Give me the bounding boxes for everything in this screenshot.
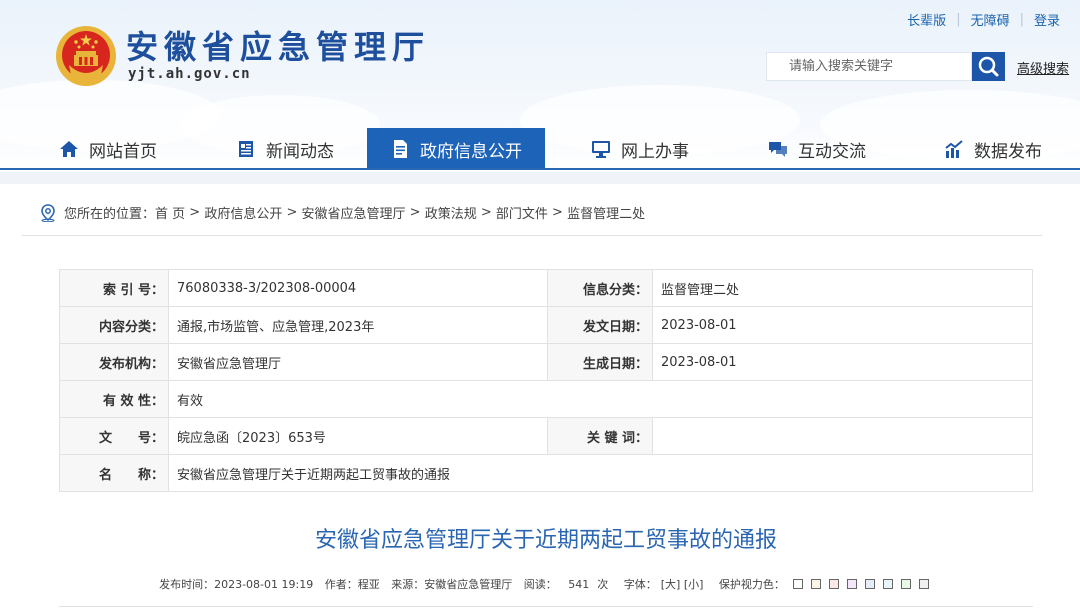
nav-item-online-services[interactable]: 网上办事	[560, 128, 720, 170]
header-divider	[0, 172, 1080, 184]
site-domain: yjt.ah.gov.cn	[128, 66, 251, 82]
breadcrumb-item-current[interactable]: 监督管理二处	[567, 203, 645, 222]
publish-time: 发布时间：2023-08-01 19:19	[159, 578, 314, 591]
breadcrumb-item-home[interactable]: 首 页	[155, 203, 185, 222]
table-row: 内容分类： 通报,市场监管、应急管理,2023年 发文日期： 2023-08-0…	[59, 306, 1033, 344]
table-row: 有 效 性： 有效	[59, 380, 1033, 418]
eye-color-swatch[interactable]	[900, 579, 911, 589]
top-links: 长辈版 | 无障碍 | 登录	[897, 10, 1070, 29]
eye-color-swatch[interactable]	[864, 579, 875, 589]
doc-number-label: 文 号：	[59, 417, 169, 455]
table-row: 文 号： 皖应急函〔2023〕653号 关 键 词：	[59, 417, 1033, 455]
article-title: 安徽省应急管理厅关于近期两起工贸事故的通报	[314, 528, 777, 553]
content-category-label: 内容分类：	[59, 306, 169, 344]
elder-mode-link[interactable]: 长辈版	[897, 10, 956, 29]
font-large-button[interactable]: [大]	[661, 578, 681, 591]
validity-label: 有 效 性：	[59, 380, 169, 418]
doc-number-value: 皖应急函〔2023〕653号	[168, 417, 548, 455]
eye-color-swatch[interactable]	[918, 579, 929, 589]
nav-item-gov-info[interactable]: 政府信息公开	[367, 128, 545, 170]
location-pin-icon	[41, 203, 55, 222]
breadcrumb-item-gov-info[interactable]: 政府信息公开	[204, 203, 282, 222]
site-header: 长辈版 | 无障碍 | 登录 安徽省应急管理厅 yjt.ah.gov.cn 请输…	[0, 0, 1080, 170]
nav-item-interaction[interactable]: 互动交流	[737, 128, 897, 170]
publisher-label: 发布机构：	[59, 343, 169, 381]
breadcrumb-prefix: 您所在的位置：	[64, 207, 156, 222]
breadcrumb-separator: >	[405, 205, 425, 220]
index-value: 76080338-3/202308-00004	[168, 269, 548, 307]
eye-color-swatch[interactable]	[792, 579, 803, 589]
doc-name-value: 安徽省应急管理厅关于近期两起工贸事故的通报	[168, 454, 1033, 492]
monitor-icon	[592, 141, 610, 158]
nav-label: 网站首页	[89, 141, 157, 162]
search-input[interactable]: 请输入搜索关键字	[766, 52, 972, 81]
table-row: 索 引 号： 76080338-3/202308-00004 信息分类： 监督管…	[59, 269, 1033, 307]
issue-date-label: 发文日期：	[547, 306, 653, 344]
document-icon	[394, 140, 407, 158]
breadcrumb-separator: >	[547, 205, 568, 220]
nav-item-news[interactable]: 新闻动态	[205, 128, 365, 170]
breadcrumb-item-dept-docs[interactable]: 部门文件	[496, 203, 548, 222]
eye-color-swatch[interactable]	[828, 579, 839, 589]
source: 来源：安徽省应急管理厅	[391, 578, 513, 591]
font-size-label: 字体：	[623, 578, 657, 591]
main-nav: 网站首页 新闻动态 政府信息公开 网上办事 互动交流 数据发布	[0, 128, 1080, 170]
generated-date-value: 2023-08-01	[652, 343, 1033, 381]
search-button[interactable]	[972, 52, 1005, 81]
document-meta-table: 索 引 号： 76080338-3/202308-00004 信息分类： 监督管…	[59, 269, 1033, 492]
article-info-bar: 发布时间：2023-08-01 19:19 作者：程亚 来源：安徽省应急管理厅 …	[0, 576, 1080, 592]
nav-label: 政府信息公开	[420, 141, 522, 162]
keywords-value	[652, 417, 1033, 455]
nav-item-data-release[interactable]: 数据发布	[913, 128, 1073, 170]
issue-date-value: 2023-08-01	[652, 306, 1033, 344]
accessibility-link[interactable]: 无障碍	[961, 10, 1020, 29]
site-name: 安徽省应急管理厅	[126, 28, 431, 66]
breadcrumb-divider	[22, 235, 1042, 236]
author: 作者：程亚	[324, 578, 380, 591]
font-small-button[interactable]: [小]	[684, 578, 704, 591]
index-label: 索 引 号：	[59, 269, 169, 307]
category-label: 信息分类：	[547, 269, 653, 307]
eye-color-swatch[interactable]	[846, 579, 857, 589]
eye-color-swatch[interactable]	[810, 579, 821, 589]
breadcrumb-separator: >	[476, 205, 496, 220]
reads-count: 541	[568, 578, 590, 591]
search-icon	[978, 56, 999, 77]
chart-icon	[945, 140, 963, 158]
generated-date-label: 生成日期：	[547, 343, 653, 381]
doc-name-label: 名 称：	[59, 454, 169, 492]
nav-label: 互动交流	[798, 141, 866, 162]
nav-label: 数据发布	[974, 141, 1042, 162]
keywords-label: 关 键 词：	[547, 417, 653, 455]
eye-color-label: 保护视力色：	[718, 578, 785, 591]
nav-underline	[0, 168, 1080, 170]
news-icon	[239, 141, 253, 157]
breadcrumb: 您所在的位置： 首 页 > 政府信息公开 > 安徽省应急管理厅 > 政策法规 >…	[40, 203, 645, 222]
validity-value: 有效	[168, 380, 1033, 418]
national-emblem-logo	[56, 26, 116, 86]
breadcrumb-item-policy[interactable]: 政策法规	[425, 203, 477, 222]
content-category-value: 通报,市场监管、应急管理,2023年	[168, 306, 548, 344]
nav-item-home[interactable]: 网站首页	[28, 128, 188, 170]
breadcrumb-separator: >	[185, 205, 205, 220]
reads-unit: 次	[597, 578, 609, 591]
table-row: 发布机构： 安徽省应急管理厅 生成日期： 2023-08-01	[59, 343, 1033, 381]
category-value: 监督管理二处	[652, 269, 1033, 307]
eye-color-swatch[interactable]	[882, 579, 893, 589]
home-icon	[60, 141, 78, 157]
table-row: 名 称： 安徽省应急管理厅关于近期两起工贸事故的通报	[59, 454, 1033, 492]
eye-color-swatches	[789, 578, 933, 591]
nav-label: 网上办事	[621, 141, 689, 162]
chat-icon	[769, 142, 787, 157]
breadcrumb-separator: >	[282, 205, 302, 220]
breadcrumb-item-department[interactable]: 安徽省应急管理厅	[302, 203, 406, 222]
nav-label: 新闻动态	[266, 141, 334, 162]
login-link[interactable]: 登录	[1024, 10, 1070, 29]
publisher-value: 安徽省应急管理厅	[168, 343, 548, 381]
advanced-search-link[interactable]: 高级搜索	[1017, 58, 1069, 77]
reads-label: 阅读：	[523, 578, 557, 591]
content-divider	[59, 606, 1033, 607]
